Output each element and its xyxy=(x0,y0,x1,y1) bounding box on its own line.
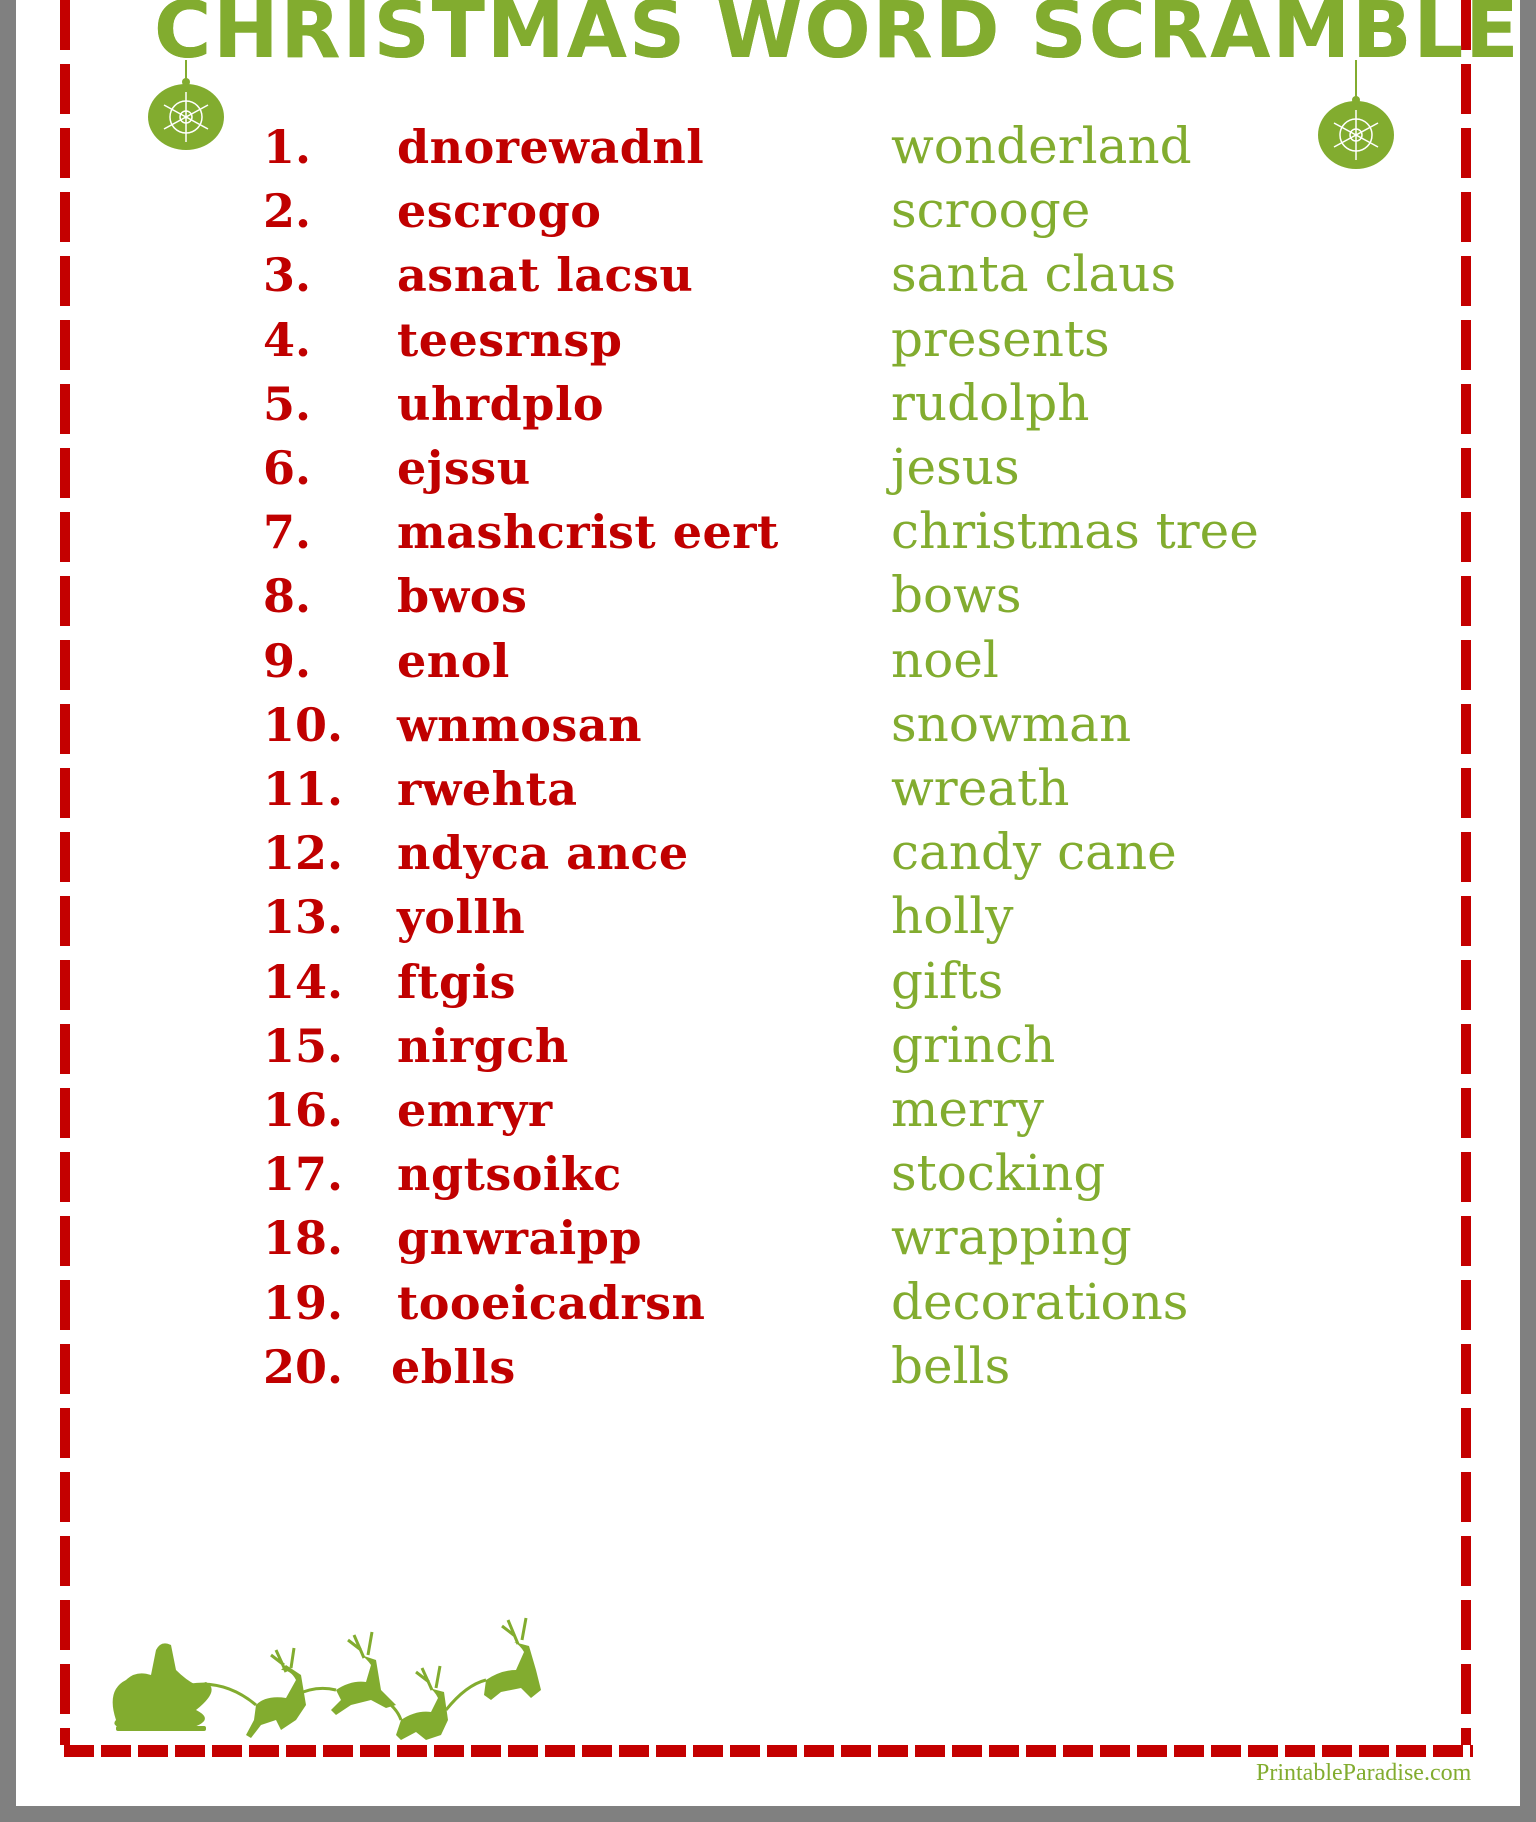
item-number: 15. xyxy=(263,1018,344,1073)
scrambled-word: yollh xyxy=(397,890,526,945)
item-number: 3. xyxy=(263,248,312,303)
list-item: 17. ngtsoikc stocking xyxy=(16,1144,1520,1221)
scrambled-word: gnwraipp xyxy=(397,1211,643,1266)
scrambled-word: emryr xyxy=(397,1083,553,1137)
scrambled-word: escrogo xyxy=(397,184,602,239)
item-number: 12. xyxy=(263,826,344,881)
item-number: 2. xyxy=(263,184,312,239)
list-item: 6. ejssu jesus xyxy=(16,438,1520,515)
scrambled-word: rwehta xyxy=(397,762,578,816)
credit-text: PrintableParadise.com xyxy=(1256,1760,1472,1786)
answer-word: scrooge xyxy=(891,181,1091,240)
answer-word: holly xyxy=(891,887,1014,946)
item-number: 8. xyxy=(263,569,312,624)
answer-word: santa claus xyxy=(891,245,1177,304)
list-item: 4. teesrnsp presents xyxy=(16,309,1520,387)
answer-word: jesus xyxy=(891,438,1020,496)
scrambled-word: dnorewadnl xyxy=(397,120,705,174)
scrambled-word: teesrnsp xyxy=(397,312,623,367)
item-number: 14. xyxy=(263,954,344,1009)
scrambled-word: ejssu xyxy=(397,441,531,495)
list-item: 9. enol noel xyxy=(16,630,1520,708)
answer-word: noel xyxy=(891,630,999,689)
answer-word: wreath xyxy=(891,759,1070,817)
scrambled-word: asnat lacsu xyxy=(397,248,694,303)
list-item: 16. emryr merry xyxy=(16,1080,1520,1157)
answer-word: decorations xyxy=(891,1272,1189,1331)
answer-word: wonderland xyxy=(891,117,1192,175)
list-item: 12. ndyca ance candy cane xyxy=(16,823,1520,900)
answer-word: stocking xyxy=(891,1144,1106,1203)
scrambled-word: bwos xyxy=(397,569,528,624)
list-item: 18. gnwraipp wrapping xyxy=(16,1208,1520,1285)
answer-word: snowman xyxy=(891,694,1132,753)
answer-word: rudolph xyxy=(891,373,1090,432)
list-item: 19. tooeicadrsn decorations xyxy=(16,1272,1520,1350)
list-item: 11. rwehta wreath xyxy=(16,759,1520,836)
item-number: 13. xyxy=(263,890,344,945)
scrambled-word: ftgis xyxy=(397,954,517,1009)
list-item: 14. ftgis gifts xyxy=(16,951,1520,1029)
item-number: 7. xyxy=(263,505,312,560)
scrambled-word: wnmosan xyxy=(397,697,643,752)
item-number: 18. xyxy=(263,1211,344,1266)
list-item: 15. nirgch grinch xyxy=(16,1015,1520,1093)
answer-word: gifts xyxy=(891,951,1004,1010)
item-number: 17. xyxy=(263,1147,344,1202)
scrambled-word: eblls xyxy=(391,1339,516,1394)
item-number: 4. xyxy=(263,312,312,367)
list-item: 10. wnmosan snowman xyxy=(16,694,1520,772)
list-item: 13. yollh holly xyxy=(16,887,1520,964)
item-number: 5. xyxy=(263,376,312,431)
list-item: 1. dnorewadnl wonderland xyxy=(16,117,1520,194)
answer-word: grinch xyxy=(891,1015,1056,1074)
answer-word: presents xyxy=(891,309,1110,368)
answer-word: wrapping xyxy=(891,1208,1132,1267)
scrambled-word: ngtsoikc xyxy=(397,1147,622,1202)
item-number: 6. xyxy=(263,441,312,495)
answer-word: bells xyxy=(891,1336,1011,1395)
scrambled-word: nirgch xyxy=(397,1018,569,1073)
answer-word: christmas tree xyxy=(891,502,1259,561)
scrambled-word: enol xyxy=(397,633,510,688)
list-item: 2. escrogo scrooge xyxy=(16,181,1520,258)
scrambled-word: ndyca ance xyxy=(397,826,689,881)
item-number: 19. xyxy=(263,1275,344,1330)
list-item: 3. asnat lacsu santa claus xyxy=(16,245,1520,322)
item-number: 1. xyxy=(263,120,312,174)
item-number: 10. xyxy=(263,697,344,752)
answer-word: merry xyxy=(891,1080,1045,1138)
scrambled-word: mashcrist eert xyxy=(397,505,779,560)
scrambled-word: uhrdplo xyxy=(397,376,605,431)
worksheet-page: CHRISTMAS WORD SCRAMBLE 1. dnorewadnl wond… xyxy=(16,0,1520,1806)
list-item: 20. eblls bells xyxy=(16,1336,1520,1414)
list-item: 8. bwos bows xyxy=(16,566,1520,643)
item-number: 9. xyxy=(263,633,312,688)
list-item: 7. mashcrist eert christmas tree xyxy=(16,502,1520,579)
answer-word: bows xyxy=(891,566,1022,625)
item-number: 11. xyxy=(263,762,344,816)
answer-word: candy cane xyxy=(891,823,1177,882)
item-number: 16. xyxy=(263,1083,344,1137)
list-item: 5. uhrdplo rudolph xyxy=(16,373,1520,451)
santa-sleigh-reindeer-icon xyxy=(112,1617,541,1740)
item-number: 20. xyxy=(263,1339,344,1394)
scrambled-word: tooeicadrsn xyxy=(397,1275,706,1330)
